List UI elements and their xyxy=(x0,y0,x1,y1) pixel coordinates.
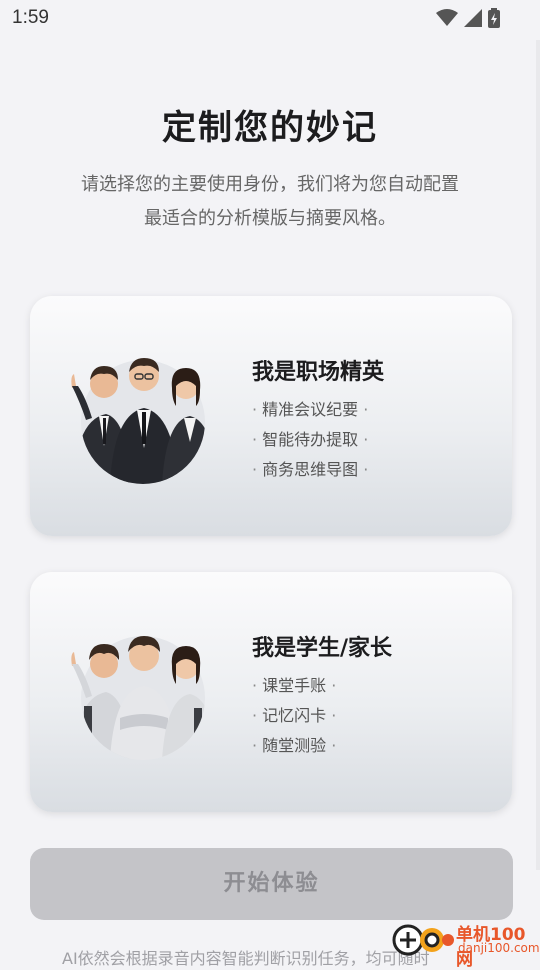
page-subtitle: 请选择您的主要使用身份，我们将为您自动配置 最适合的分析模版与摘要风格。 xyxy=(40,168,500,236)
feature-item: · 精准会议纪要 · xyxy=(252,400,369,419)
subtitle-line-2: 最适合的分析模版与摘要风格。 xyxy=(144,208,396,229)
business-people-illustration xyxy=(71,358,205,484)
card-title-professional: 我是职场精英 xyxy=(252,360,385,385)
role-card-professional[interactable]: 我是职场精英 · 精准会议纪要 · · 智能待办提取 · · 商务思维导图 · xyxy=(30,296,512,536)
start-button[interactable]: 开始体验 xyxy=(30,848,513,920)
feature-item: · 随堂测验 · xyxy=(252,736,337,755)
watermark: 单机100网 danji100.com xyxy=(392,918,540,970)
feature-item: · 商务思维导图 · xyxy=(252,460,369,479)
page-title: 定制您的妙记 xyxy=(162,108,378,148)
status-bar: 1:59 xyxy=(0,0,540,36)
battery-icon xyxy=(488,8,500,28)
scroll-edge xyxy=(536,40,540,870)
role-card-student[interactable]: 我是学生/家长 · 课堂手账 · · 记忆闪卡 · · 随堂测验 · xyxy=(30,572,512,812)
cell-signal-icon xyxy=(464,9,482,27)
feature-list-professional: · 精准会议纪要 · · 智能待办提取 · · 商务思维导图 · xyxy=(252,396,368,486)
students-illustration xyxy=(71,636,205,760)
card-title-student: 我是学生/家长 xyxy=(252,636,393,661)
feature-item: · 智能待办提取 · xyxy=(252,430,369,449)
feature-item: · 课堂手账 · xyxy=(252,676,337,695)
status-time: 1:59 xyxy=(12,7,49,28)
watermark-logo-icon xyxy=(392,924,454,956)
footer-note: AI依然会根据录音内容智能判断识别任务，均可随时 xyxy=(62,949,430,968)
subtitle-line-1: 请选择您的主要使用身份，我们将为您自动配置 xyxy=(81,174,459,195)
feature-list-student: · 课堂手账 · · 记忆闪卡 · · 随堂测验 · xyxy=(252,672,336,762)
watermark-url: danji100.com xyxy=(458,941,540,955)
feature-item: · 记忆闪卡 · xyxy=(252,706,337,725)
status-icons xyxy=(436,8,500,28)
wifi-icon xyxy=(436,9,458,26)
